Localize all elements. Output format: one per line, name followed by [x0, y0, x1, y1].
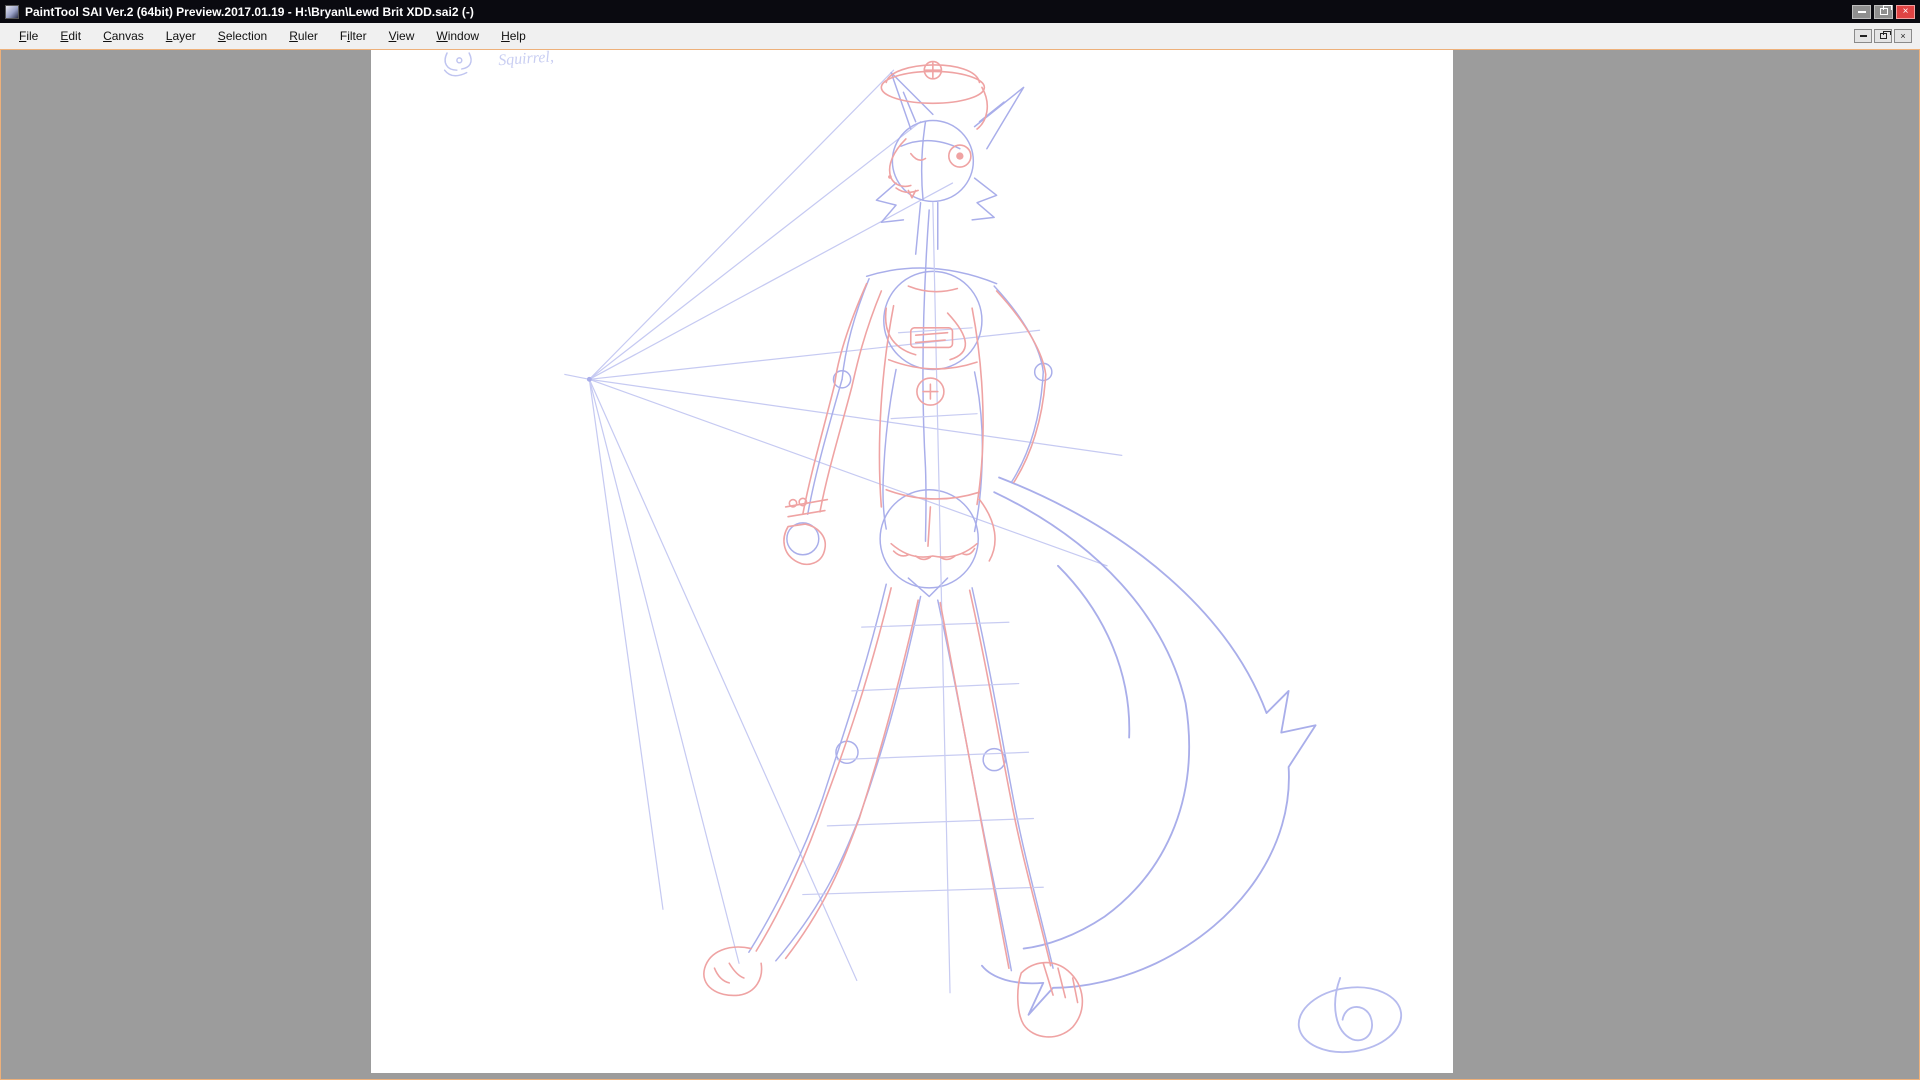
- corner-doodle: Squirrel,: [443, 50, 555, 77]
- restore-button[interactable]: [1874, 4, 1893, 19]
- close-button[interactable]: ×: [1896, 4, 1915, 19]
- menu-filter[interactable]: Filter: [329, 25, 378, 47]
- sketch-drawing: Squirrel,: [443, 50, 1403, 1054]
- minimize-button[interactable]: [1852, 4, 1871, 19]
- menu-file[interactable]: File: [8, 25, 49, 47]
- perspective-guides: [564, 69, 1123, 982]
- mdi-minimize-icon: [1859, 35, 1867, 37]
- menu-help[interactable]: Help: [490, 25, 537, 47]
- menu-window[interactable]: Window: [425, 25, 490, 47]
- mdi-restore-icon: [1879, 31, 1891, 39]
- mdi-minimize-button[interactable]: [1854, 29, 1872, 43]
- window-title: PaintTool SAI Ver.2 (64bit) Preview.2017…: [25, 4, 474, 19]
- menu-selection[interactable]: Selection: [207, 25, 278, 47]
- menu-canvas[interactable]: Canvas: [92, 25, 155, 47]
- menu-edit[interactable]: Edit: [49, 25, 92, 47]
- app-icon: [5, 4, 19, 19]
- close-icon: ×: [1902, 5, 1909, 17]
- mdi-restore-button[interactable]: [1874, 29, 1892, 43]
- menubar-items: File Edit Canvas Layer Selection Ruler Filter V…: [8, 25, 537, 47]
- construction-sketch: [748, 71, 1317, 1016]
- mdi-close-button[interactable]: ×: [1894, 29, 1912, 43]
- minimize-icon: [1857, 10, 1866, 13]
- mdi-window-controls: ×: [1854, 29, 1912, 43]
- canvas-viewport[interactable]: Squirrel,: [0, 49, 1920, 1080]
- window-controls: ×: [1852, 4, 1915, 19]
- menu-layer[interactable]: Layer: [155, 25, 207, 47]
- doodle-caption: Squirrel,: [498, 50, 555, 69]
- artist-signature: [1297, 977, 1403, 1054]
- titlebar: PaintTool SAI Ver.2 (64bit) Preview.2017…: [0, 0, 1920, 23]
- menubar: File Edit Canvas Layer Selection Ruler Filter V…: [0, 23, 1920, 49]
- restore-icon: [1879, 5, 1892, 15]
- menu-view[interactable]: View: [378, 25, 426, 47]
- menu-ruler[interactable]: Ruler: [278, 25, 329, 47]
- app-window: PaintTool SAI Ver.2 (64bit) Preview.2017…: [0, 0, 1920, 1080]
- document-canvas[interactable]: Squirrel,: [371, 50, 1453, 1073]
- mdi-close-icon: ×: [1900, 30, 1906, 41]
